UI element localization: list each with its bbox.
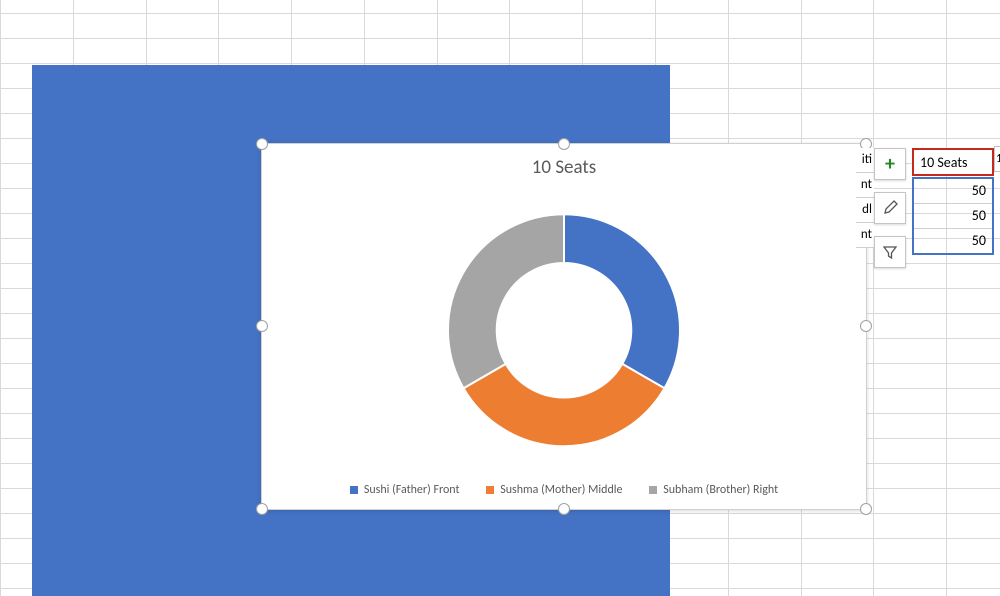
selection-handle-sw[interactable] <box>256 503 268 515</box>
legend-label: Subham (Brother) Right <box>663 483 778 497</box>
legend-swatch-2 <box>486 486 494 494</box>
chart-legend: Sushi (Father) Front Sushma (Mother) Mid… <box>262 483 866 498</box>
chart-styles-button[interactable] <box>874 192 906 224</box>
legend-label: Sushi (Father) Front <box>364 483 460 497</box>
legend-swatch-1 <box>350 486 358 494</box>
data-cell[interactable]: 50 <box>914 229 992 253</box>
legend-item-1: Sushi (Father) Front <box>350 483 460 497</box>
donut-slice-3[interactable] <box>448 214 564 388</box>
legend-item-2: Sushma (Mother) Middle <box>486 483 622 497</box>
selection-handle-n[interactable] <box>558 138 570 150</box>
chart-elements-button[interactable]: + <box>874 148 906 180</box>
chart-side-buttons: + <box>874 148 906 280</box>
brush-icon <box>882 200 898 216</box>
chart-object[interactable]: 10 Seats Sushi (Father) Front Sushma (Mo… <box>261 143 867 510</box>
legend-item-3: Subham (Brother) Right <box>649 483 778 497</box>
selection-handle-s[interactable] <box>558 503 570 515</box>
donut-slice-2[interactable] <box>464 364 665 446</box>
overflow-cell: 1 <box>994 146 1000 172</box>
selection-handle-nw[interactable] <box>256 138 268 150</box>
data-range-values[interactable]: 50 50 50 <box>912 177 994 255</box>
filter-icon <box>883 245 897 259</box>
data-range-header[interactable]: 10 Seats <box>912 148 994 176</box>
donut-slice-1[interactable] <box>564 214 680 388</box>
legend-swatch-3 <box>649 486 657 494</box>
partial-label-column: iti nt dl nt <box>856 148 874 248</box>
selection-handle-se[interactable] <box>860 503 872 515</box>
data-cell[interactable]: 50 <box>914 179 992 204</box>
plus-icon: + <box>885 152 895 176</box>
selection-handle-w[interactable] <box>256 320 268 332</box>
legend-label: Sushma (Mother) Middle <box>500 483 622 497</box>
chart-title: 10 Seats <box>262 156 866 179</box>
chart-data-range[interactable]: 10 Seats 50 50 50 1 <box>912 148 994 255</box>
selection-handle-e[interactable] <box>860 320 872 332</box>
donut-chart <box>444 210 684 455</box>
chart-filters-button[interactable] <box>874 236 906 268</box>
data-cell[interactable]: 50 <box>914 204 992 229</box>
